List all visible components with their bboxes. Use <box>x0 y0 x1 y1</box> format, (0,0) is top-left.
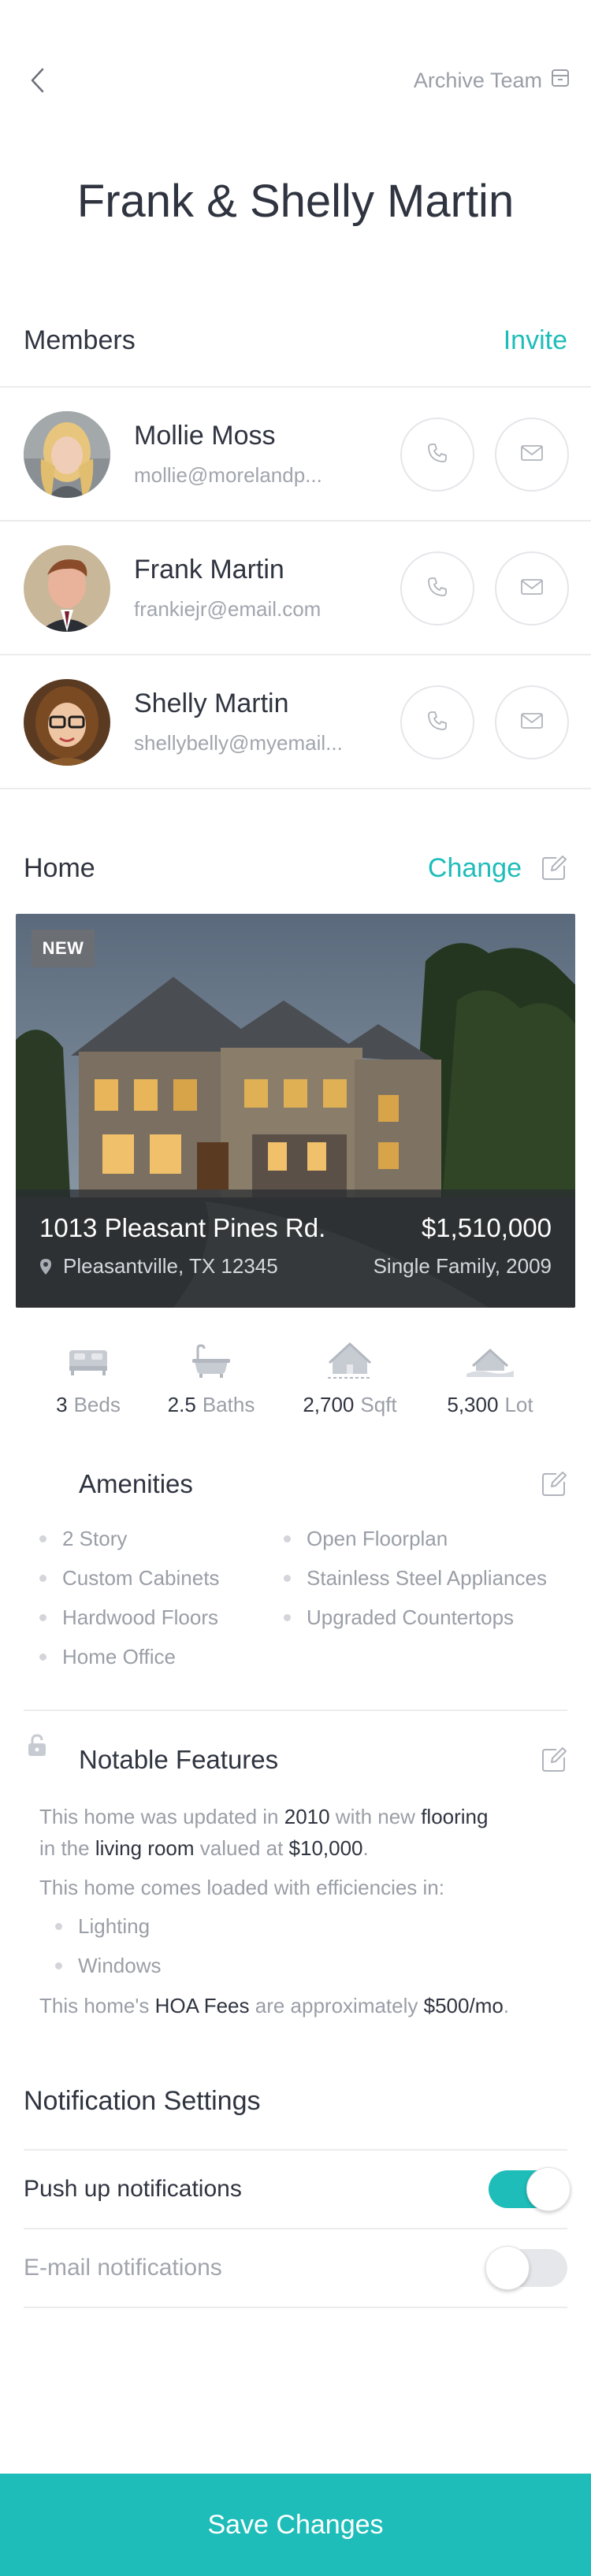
home-location: Pleasantville, TX 12345 <box>39 1254 278 1279</box>
features-paragraph-hoa: This home's HOA Fees are approximately $… <box>39 1994 510 2017</box>
amenity-item: Open Floorplan <box>284 1527 448 1551</box>
members-label: Members <box>24 325 136 355</box>
archive-box-icon <box>550 68 571 94</box>
efficiency-item: Lighting <box>55 1914 150 1939</box>
call-button[interactable] <box>400 685 474 759</box>
home-address: 1013 Pleasant Pines Rd. <box>39 1213 326 1242</box>
bed-icon <box>17 1339 159 1383</box>
page-title: Frank & Shelly Martin <box>76 176 515 227</box>
amenity-item: Upgraded Countertops <box>284 1605 514 1630</box>
stat-beds: 3 Beds <box>17 1339 159 1426</box>
divider <box>24 2307 567 2308</box>
features-header: Notable Features <box>24 1734 567 1782</box>
edit-icon[interactable] <box>541 855 567 882</box>
archive-team-button[interactable]: Archive Team <box>414 66 571 95</box>
stat-unit: Lot <box>504 1393 533 1416</box>
stat-unit: Sqft <box>360 1393 397 1416</box>
archive-team-label: Archive Team <box>413 68 542 92</box>
avatar <box>24 679 110 766</box>
amenity-item: 2 Story <box>39 1527 127 1551</box>
house-sqft-icon <box>279 1339 421 1383</box>
email-button[interactable] <box>495 418 569 492</box>
amenities-header: Amenities <box>24 1462 567 1506</box>
stat-lot: 5,300 Lot <box>419 1339 561 1426</box>
home-listing-card[interactable]: NEW 1013 Pleasant Pines Rd. $1,510,000 P… <box>16 914 575 1308</box>
member-email: shellybelly@myemail... <box>134 731 343 755</box>
member-email: mollie@morelandp... <box>134 463 322 487</box>
home-price: $1,510,000 <box>421 1213 552 1242</box>
lot-icon <box>419 1339 561 1383</box>
phone-icon <box>426 576 448 602</box>
email-notifications-toggle[interactable] <box>485 2246 567 2290</box>
features-paragraph-update: This home was updated in 2010 with new f… <box>39 1805 489 1860</box>
efficiency-item: Windows <box>55 1954 161 1978</box>
edit-icon[interactable] <box>541 1471 567 1498</box>
features-title: Notable Features <box>79 1745 279 1774</box>
stat-value: 5,300 <box>447 1393 499 1416</box>
stat-value: 2.5 <box>167 1393 196 1416</box>
home-city: Pleasantville, TX 12345 <box>63 1254 278 1278</box>
home-property-type: Single Family, 2009 <box>373 1254 552 1278</box>
bathtub-icon <box>140 1339 282 1383</box>
back-chevron-icon[interactable] <box>24 66 52 95</box>
card-overlay <box>16 1190 575 1308</box>
top-bar: Archive Team <box>0 0 591 158</box>
stat-value: 2,700 <box>303 1393 355 1416</box>
push-notifications-toggle[interactable] <box>489 2167 571 2211</box>
stat-value: 3 <box>56 1393 68 1416</box>
member-name: Mollie Moss <box>134 421 276 451</box>
save-changes-button[interactable]: Save Changes <box>0 2474 591 2576</box>
amenity-item: Home Office <box>39 1645 176 1669</box>
member-name: Shelly Martin <box>134 689 289 718</box>
amenities-title: Amenities <box>79 1469 193 1498</box>
push-notifications-row: Push up notifications <box>24 2149 571 2228</box>
notification-settings-title: Notification Settings <box>24 2086 261 2116</box>
member-email: frankiejr@email.com <box>134 597 322 621</box>
home-label: Home <box>24 852 95 883</box>
stat-unit: Beds <box>73 1393 121 1416</box>
call-button[interactable] <box>400 418 474 492</box>
amenity-item: Hardwood Floors <box>39 1605 218 1630</box>
change-home-button[interactable]: Change <box>428 853 522 884</box>
new-badge: NEW <box>32 930 95 967</box>
push-notifications-label: Push up notifications <box>24 2176 242 2202</box>
email-button[interactable] <box>495 685 569 759</box>
member-row-mollie[interactable]: Mollie Moss mollie@morelandp... <box>0 388 591 522</box>
map-pin-icon <box>39 1258 52 1275</box>
mail-icon <box>520 577 544 600</box>
phone-icon <box>426 710 448 736</box>
lock-icon <box>27 1734 47 1761</box>
mail-icon <box>520 444 544 466</box>
amenity-item: Custom Cabinets <box>39 1566 219 1591</box>
email-notifications-label: E-mail notifications <box>24 2255 222 2281</box>
divider <box>24 1709 567 1711</box>
divider <box>0 788 591 789</box>
members-header: Members Invite <box>24 317 567 364</box>
stat-baths: 2.5 Baths <box>140 1339 282 1426</box>
email-button[interactable] <box>495 551 569 625</box>
features-paragraph-efficiencies: This home comes loaded with efficiencies… <box>39 1876 444 1899</box>
email-notifications-row: E-mail notifications <box>24 2228 567 2307</box>
stat-unit: Baths <box>202 1393 255 1416</box>
member-row-shelly[interactable]: Shelly Martin shellybelly@myemail... <box>0 655 591 789</box>
call-button[interactable] <box>400 551 474 625</box>
member-name: Frank Martin <box>134 555 284 585</box>
edit-icon[interactable] <box>541 1746 567 1773</box>
home-header: Home Change <box>24 844 567 892</box>
amenity-item: Stainless Steel Appliances <box>284 1566 547 1591</box>
member-row-frank[interactable]: Frank Martin frankiejr@email.com <box>0 522 591 655</box>
avatar <box>24 545 110 632</box>
mail-icon <box>520 711 544 734</box>
avatar <box>24 411 110 498</box>
invite-button[interactable]: Invite <box>504 325 567 356</box>
stat-sqft: 2,700 Sqft <box>279 1339 421 1426</box>
phone-icon <box>426 442 448 468</box>
